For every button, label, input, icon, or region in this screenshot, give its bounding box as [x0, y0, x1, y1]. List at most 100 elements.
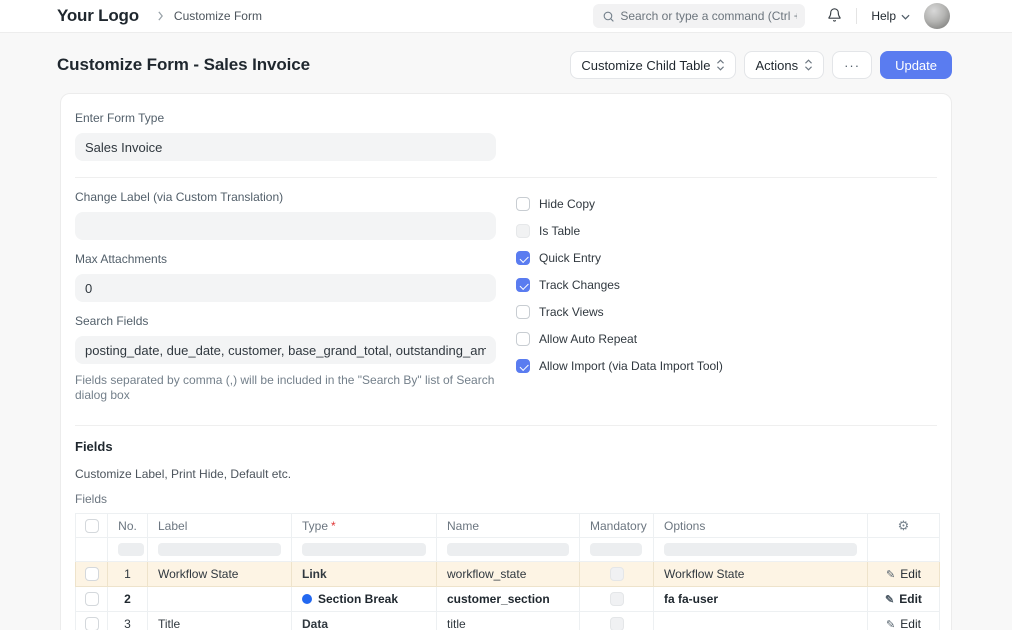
mandatory-cell	[579, 611, 654, 630]
edit-row-button[interactable]: ✎ Edit	[886, 567, 921, 581]
form-checkbox-row: Quick Entry	[516, 251, 937, 265]
max-attachments-label: Max Attachments	[75, 252, 168, 266]
row-number: 2	[107, 586, 148, 612]
column-header-type: Type *	[291, 513, 437, 538]
checkbox-track-changes[interactable]	[516, 278, 530, 292]
properties-left-column: Change Label (via Custom Translation) Ma…	[75, 190, 516, 403]
form-type-label: Enter Form Type	[75, 111, 165, 125]
checkbox-label: Is Table	[539, 224, 581, 238]
checkbox-allow-import-via-data-import-tool[interactable]	[516, 359, 530, 373]
mandatory-cell	[579, 561, 654, 587]
grid-filter-input-label[interactable]	[158, 543, 281, 556]
mandatory-checkbox	[609, 567, 624, 582]
mandatory-checkbox	[609, 592, 624, 607]
checkbox-label: Allow Import (via Data Import Tool)	[539, 359, 723, 373]
row-select-checkbox[interactable]	[84, 617, 99, 630]
form-type-input[interactable]	[75, 133, 496, 161]
search-fields-help-text: Fields separated by comma (,) will be in…	[75, 373, 495, 402]
user-avatar[interactable]	[924, 3, 950, 29]
form-type-section: Enter Form Type	[75, 94, 937, 178]
fields-section: Fields Customize Label, Print Hide, Defa…	[75, 426, 940, 630]
column-header-options: Options	[653, 513, 868, 538]
field-label-cell: Title	[147, 611, 292, 630]
pencil-icon: ✎	[886, 618, 896, 630]
type-header-text: Type	[302, 518, 329, 533]
notifications-button[interactable]	[827, 7, 842, 26]
search-fields-input[interactable]	[75, 336, 496, 364]
edit-row-button[interactable]: ✎ Edit	[886, 617, 921, 630]
field-label-cell	[147, 586, 292, 612]
more-menu-button[interactable]: ···	[832, 51, 873, 79]
app-window: Your Logo Customize Form Help	[0, 0, 1012, 630]
fields-section-title: Fields	[75, 439, 113, 454]
grid-filter-input-no[interactable]	[118, 543, 144, 556]
change-label-label: Change Label (via Custom Translation)	[75, 190, 284, 204]
field-name-cell: workflow_state	[436, 561, 580, 587]
checkbox-allow-auto-repeat[interactable]	[516, 332, 530, 346]
edit-cell: ✎ Edit	[867, 586, 940, 612]
properties-section: Change Label (via Custom Translation) Ma…	[75, 178, 937, 426]
customize-child-table-label: Customize Child Table	[581, 57, 711, 73]
select-all-checkbox[interactable]	[84, 518, 99, 533]
grid-row: 1 Workflow State Link workflow_state Workflo…	[75, 561, 940, 587]
breadcrumb-chevron-icon	[157, 11, 164, 21]
grid-header-row: No. Label Type * Name Mandatory Options ⚙	[75, 513, 940, 538]
form-checkbox-row: Allow Import (via Data Import Tool)	[516, 359, 937, 373]
checkbox-hide-copy[interactable]	[516, 197, 530, 211]
grid-filter-input-mandatory[interactable]	[590, 543, 642, 556]
grid-row: 2 Section Break customer_section fa fa-user…	[75, 586, 940, 612]
field-name-cell: title	[436, 611, 580, 630]
column-header-no: No.	[107, 513, 148, 538]
column-header-mandatory: Mandatory	[579, 513, 654, 538]
row-select-checkbox[interactable]	[84, 592, 99, 607]
checkbox-track-views[interactable]	[516, 305, 530, 319]
field-options-text: fa fa-user	[664, 592, 719, 606]
page-actions: Customize Child Table Actions ··· Update	[570, 51, 952, 79]
mandatory-cell	[579, 586, 654, 612]
column-header-name: Name	[436, 513, 580, 538]
checkbox-quick-entry[interactable]	[516, 251, 530, 265]
fields-grid: No. Label Type * Name Mandatory Options ⚙	[75, 513, 940, 630]
grid-filter-input-options[interactable]	[664, 543, 857, 556]
form-checkbox-row: Track Changes	[516, 278, 937, 292]
search-icon	[602, 10, 615, 28]
grid-row: 3 Title Data title ✎ Edit	[75, 611, 940, 630]
breadcrumb[interactable]: Customize Form	[174, 9, 262, 23]
navbar: Your Logo Customize Form Help	[0, 0, 1012, 33]
fields-grid-label: Fields	[75, 492, 108, 506]
checkbox-label: Hide Copy	[539, 197, 596, 211]
edit-row-button[interactable]: ✎ Edit	[885, 592, 922, 606]
field-type-cell: Data	[291, 611, 437, 630]
form-checkbox-row: Is Table	[516, 224, 937, 238]
row-number: 3	[107, 611, 148, 630]
checkbox-label: Allow Auto Repeat	[539, 332, 638, 346]
help-label: Help	[871, 9, 896, 23]
checkbox-label: Track Changes	[539, 278, 620, 292]
grid-filter-input-type[interactable]	[302, 543, 426, 556]
edit-button-label: Edit	[899, 592, 922, 606]
change-label-input[interactable]	[75, 212, 496, 240]
column-header-label: Label	[147, 513, 292, 538]
checkbox-is-table	[516, 224, 530, 238]
field-options-cell	[653, 611, 868, 630]
form-checkbox-row: Hide Copy	[516, 197, 937, 211]
grid-filter-input-name[interactable]	[447, 543, 569, 556]
checkbox-label: Quick Entry	[539, 251, 602, 265]
mandatory-checkbox	[609, 617, 624, 630]
customize-child-table-button[interactable]: Customize Child Table	[570, 51, 737, 79]
edit-cell: ✎ Edit	[867, 611, 940, 630]
select-chevrons-icon	[717, 59, 725, 71]
global-search-input[interactable]	[593, 4, 806, 28]
app-logo[interactable]: Your Logo	[57, 6, 139, 26]
actions-button[interactable]: Actions	[744, 51, 825, 79]
help-menu-button[interactable]: Help	[871, 9, 910, 23]
edit-cell: ✎ Edit	[867, 561, 940, 587]
field-label-cell: Workflow State	[147, 561, 292, 587]
max-attachments-input[interactable]	[75, 274, 496, 302]
pencil-icon: ✎	[885, 593, 895, 606]
row-select-checkbox[interactable]	[84, 567, 99, 582]
grid-settings-gear-icon[interactable]: ⚙	[898, 518, 910, 533]
update-button[interactable]: Update	[880, 51, 952, 79]
field-name-cell: customer_section	[436, 586, 580, 612]
field-options-text: Workflow State	[664, 567, 745, 581]
